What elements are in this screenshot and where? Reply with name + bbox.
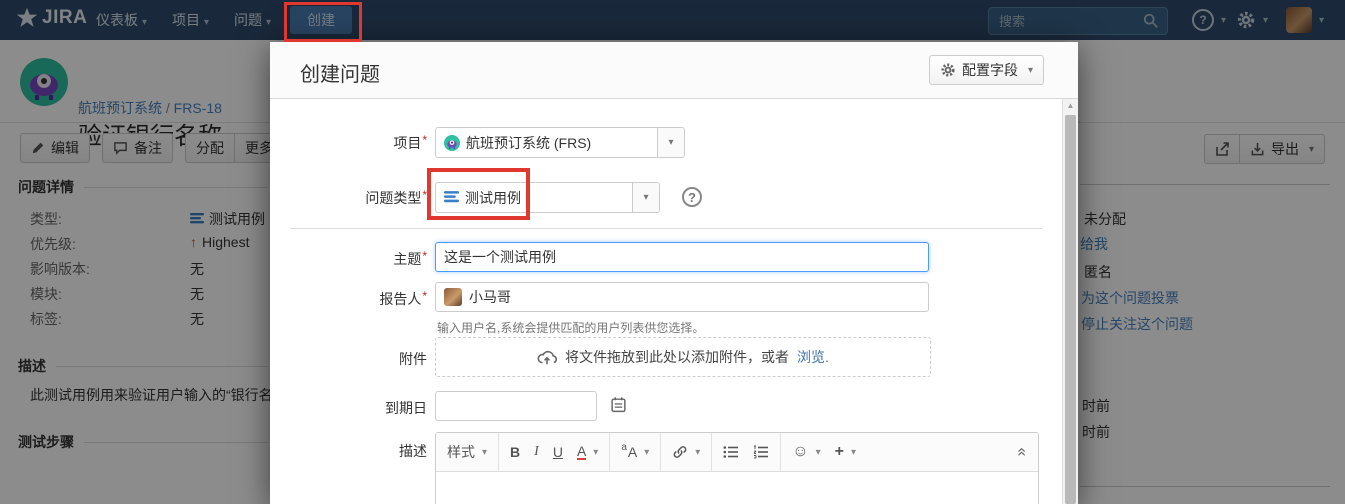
chevron-down-icon: ▾	[482, 447, 487, 458]
issue-type-field-label: 问题类型*	[275, 188, 427, 208]
editor-bold-button[interactable]: B	[503, 438, 527, 466]
editor-underline-button[interactable]: U	[546, 438, 570, 466]
jira-window: JIRA 仪表板▾ 项目▾ 问题▾ 创建 ? ▾ ▾ ▾	[0, 0, 1345, 504]
browse-files-link[interactable]: 浏览.	[797, 347, 829, 367]
issue-type-select[interactable]: 测试用例 ▾	[435, 182, 660, 213]
summary-field-label: 主题*	[275, 249, 427, 269]
editor-link-button[interactable]: ▾	[665, 438, 707, 466]
scrollbar-up-arrow[interactable]: ▲	[1063, 101, 1078, 110]
test-case-type-icon	[444, 190, 459, 205]
due-date-field-label: 到期日	[275, 398, 427, 418]
chevron-down-icon: ▾	[593, 447, 598, 458]
attachment-field-label: 附件	[275, 349, 427, 369]
configure-fields-button[interactable]: 配置字段 ▾	[929, 55, 1044, 85]
reporter-field-label: 报告人*	[275, 289, 427, 309]
bullet-list-icon	[723, 445, 739, 459]
dialog-scrollbar[interactable]: ▲	[1062, 99, 1078, 504]
due-date-input[interactable]	[435, 391, 597, 421]
editor-numbered-list-button[interactable]	[746, 438, 776, 466]
emoji-icon: ☺	[792, 443, 808, 461]
chevron-down-icon: ▾	[695, 447, 700, 458]
chevron-down-icon: ▾	[851, 447, 856, 458]
editor-toolbar: 样式▾ B I U A▾ aA ▾	[436, 433, 1038, 472]
project-select[interactable]: 航班预订系统 (FRS) ▾	[435, 127, 685, 158]
issue-type-help-icon[interactable]: ?	[682, 187, 702, 207]
chevron-down-icon: ▾	[644, 447, 649, 458]
editor-style-dropdown[interactable]: 样式▾	[440, 438, 494, 466]
dialog-header: 创建问题 配置字段 ▾	[270, 42, 1078, 99]
description-editor-area[interactable]	[436, 472, 1038, 504]
link-icon	[672, 444, 688, 460]
chevron-down-icon: ▾	[816, 447, 821, 458]
editor-italic-button[interactable]: I	[527, 438, 546, 466]
create-issue-dialog: 创建问题 配置字段 ▾ 项目* 航班预订系统 (FRS) ▾ 问题类型*	[270, 42, 1078, 504]
description-field-label: 描述	[275, 441, 427, 461]
project-avatar-small	[444, 135, 460, 151]
editor-font-size-button[interactable]: aA ▾	[614, 438, 656, 466]
summary-input[interactable]	[435, 242, 929, 272]
chevron-down-icon: ▾	[632, 183, 659, 212]
reporter-avatar	[444, 288, 462, 306]
form-divider	[290, 228, 1042, 229]
upload-cloud-icon	[537, 347, 557, 367]
scrollbar-thumb[interactable]	[1065, 115, 1076, 504]
collapse-chevrons-icon: «	[1013, 448, 1031, 457]
description-editor: 样式▾ B I U A▾ aA ▾	[435, 432, 1039, 504]
dialog-title: 创建问题	[300, 58, 380, 87]
numbered-list-icon	[753, 445, 769, 459]
reporter-input[interactable]: 小马哥	[435, 282, 929, 312]
editor-bullet-list-button[interactable]	[716, 438, 746, 466]
chevron-down-icon: ▾	[657, 128, 684, 157]
project-field-label: 项目*	[275, 133, 427, 153]
editor-text-color-button[interactable]: A▾	[570, 438, 605, 466]
attachment-dropzone[interactable]: 将文件拖放到此处以添加附件，或者 浏览.	[435, 337, 931, 377]
chevron-down-icon: ▾	[1028, 65, 1033, 76]
editor-emoji-button[interactable]: ☺ ▾	[785, 438, 827, 466]
calendar-icon[interactable]	[610, 396, 627, 413]
editor-insert-more-button[interactable]: + ▾	[828, 438, 863, 466]
gear-icon	[940, 62, 956, 78]
reporter-help-text: 输入用户名,系统会提供匹配的用户列表供您选择。	[437, 319, 704, 336]
editor-collapse-button[interactable]: «	[1005, 433, 1038, 471]
